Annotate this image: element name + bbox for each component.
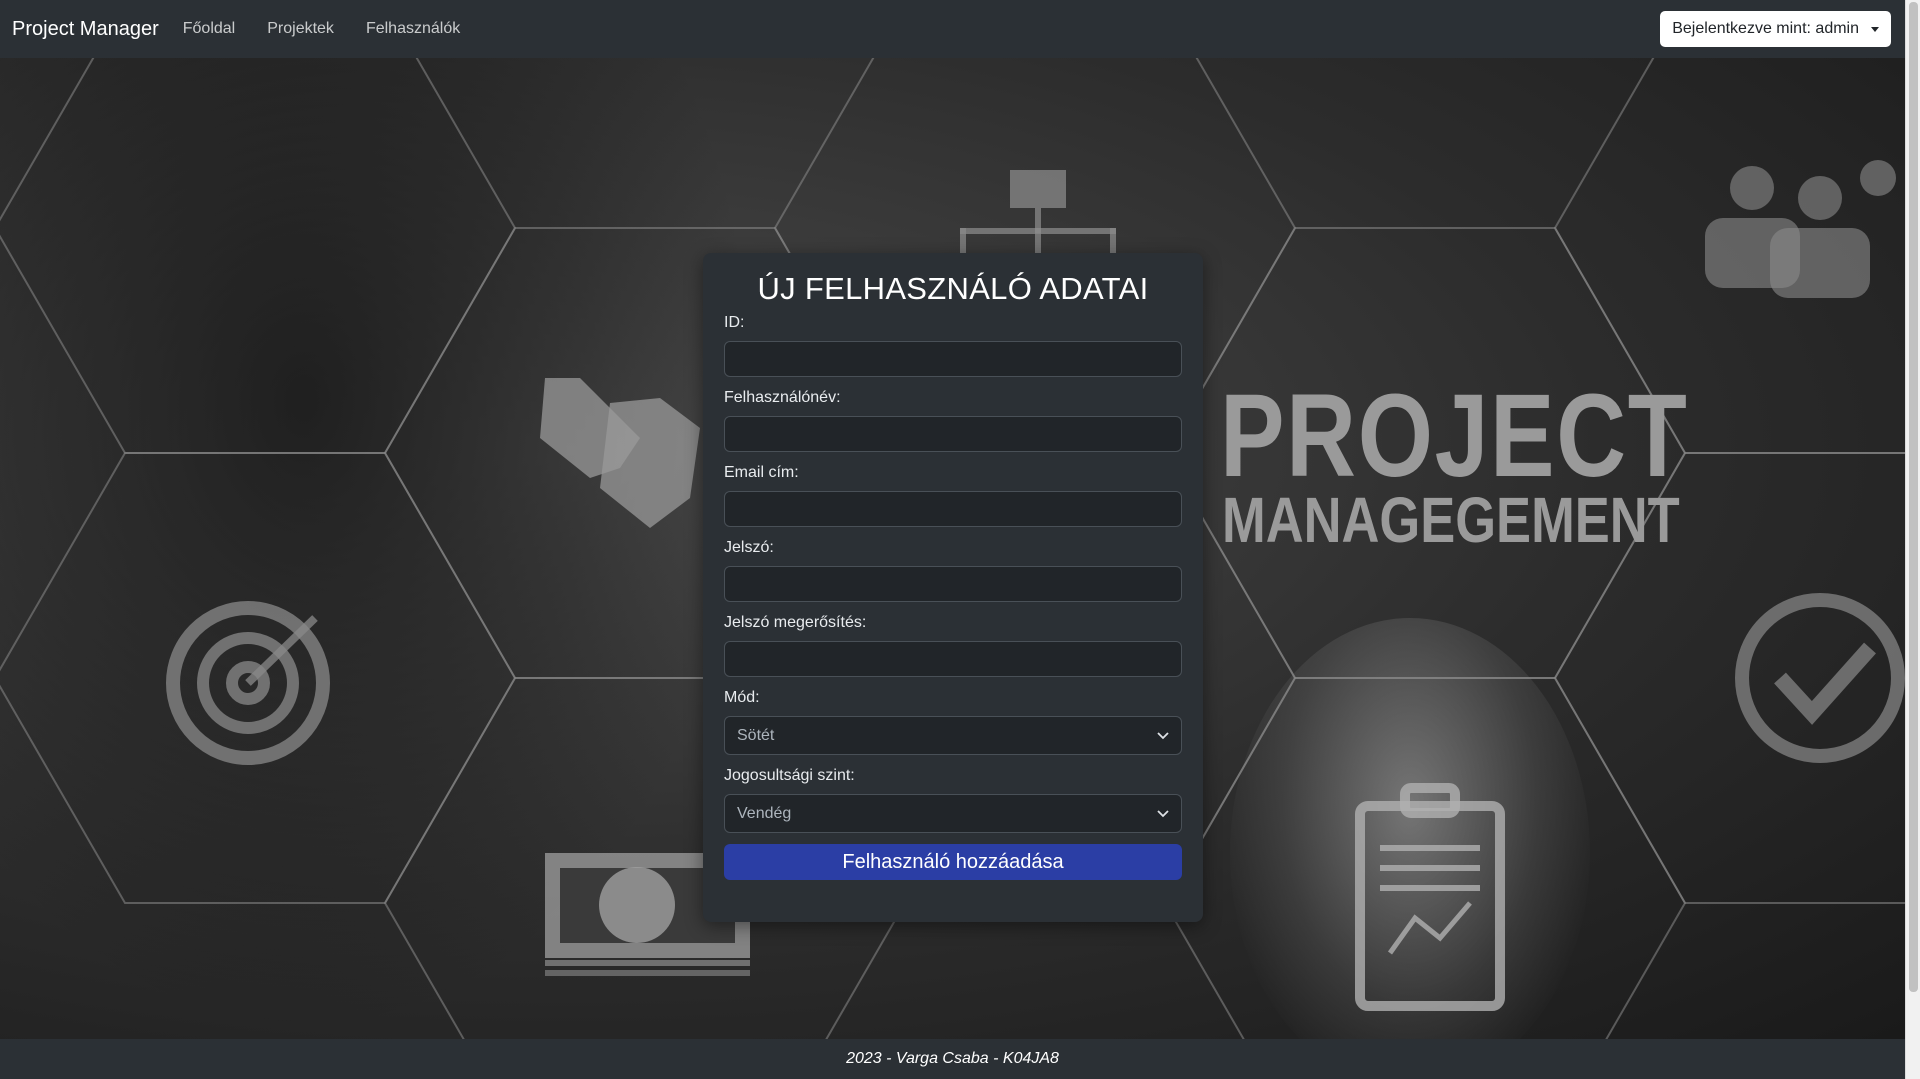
check-circle-icon [1735, 593, 1905, 763]
footer-text: 2023 - Varga Csaba - K04JA8 [846, 1050, 1059, 1067]
scrollbar-thumb[interactable] [1909, 2, 1918, 992]
org-chart-icon [960, 170, 1116, 258]
email-input[interactable] [724, 491, 1182, 527]
password-input[interactable] [724, 566, 1182, 602]
user-menu-dropdown[interactable]: Bejelentkezve mint: admin [1660, 11, 1891, 47]
id-label: ID: [724, 314, 745, 331]
clipboard-chart-icon [1355, 783, 1505, 1011]
background-heading-management: MANAGEGEMENT [1222, 484, 1680, 556]
user-menu-label: Bejelentkezve mint: admin [1672, 20, 1859, 37]
brand-link[interactable]: Project Manager [12, 18, 159, 41]
username-label: Felhasználónév: [724, 389, 841, 406]
role-select-value: Vendég [737, 804, 792, 822]
role-select[interactable]: Vendég [724, 794, 1182, 833]
mode-select[interactable]: Sötét [724, 716, 1182, 755]
new-user-form-card: ÚJ FELHASZNÁLÓ ADATAI ID: Felhasználónév… [703, 253, 1203, 922]
username-input[interactable] [724, 416, 1182, 452]
top-navbar: Project Manager Főoldal Projektek Felhas… [0, 0, 1905, 58]
password-confirm-input[interactable] [724, 641, 1182, 677]
chevron-down-icon [1157, 809, 1169, 818]
handshake-icon [540, 378, 700, 528]
people-icon [1705, 160, 1896, 298]
page-scrollbar[interactable] [1905, 0, 1920, 1079]
caret-down-icon [1871, 26, 1879, 32]
password-label: Jelszó: [724, 539, 774, 556]
id-input[interactable] [724, 341, 1182, 377]
target-icon [166, 601, 330, 765]
role-label: Jogosultsági szint: [724, 767, 855, 784]
add-user-button[interactable]: Felhasználó hozzáadása [724, 844, 1182, 880]
email-label: Email cím: [724, 464, 799, 481]
nav-link-projects[interactable]: Projektek [267, 20, 334, 38]
mode-label: Mód: [724, 689, 760, 706]
form-title: ÚJ FELHASZNÁLÓ ADATAI [757, 271, 1149, 306]
password-confirm-label: Jelszó megerősítés: [724, 614, 867, 631]
footer: 2023 - Varga Csaba - K04JA8 [0, 1039, 1905, 1079]
chevron-down-icon [1157, 731, 1169, 740]
nav-link-users[interactable]: Felhasználók [366, 20, 460, 38]
mode-select-value: Sötét [737, 726, 775, 744]
nav-link-home[interactable]: Főoldal [183, 20, 235, 38]
